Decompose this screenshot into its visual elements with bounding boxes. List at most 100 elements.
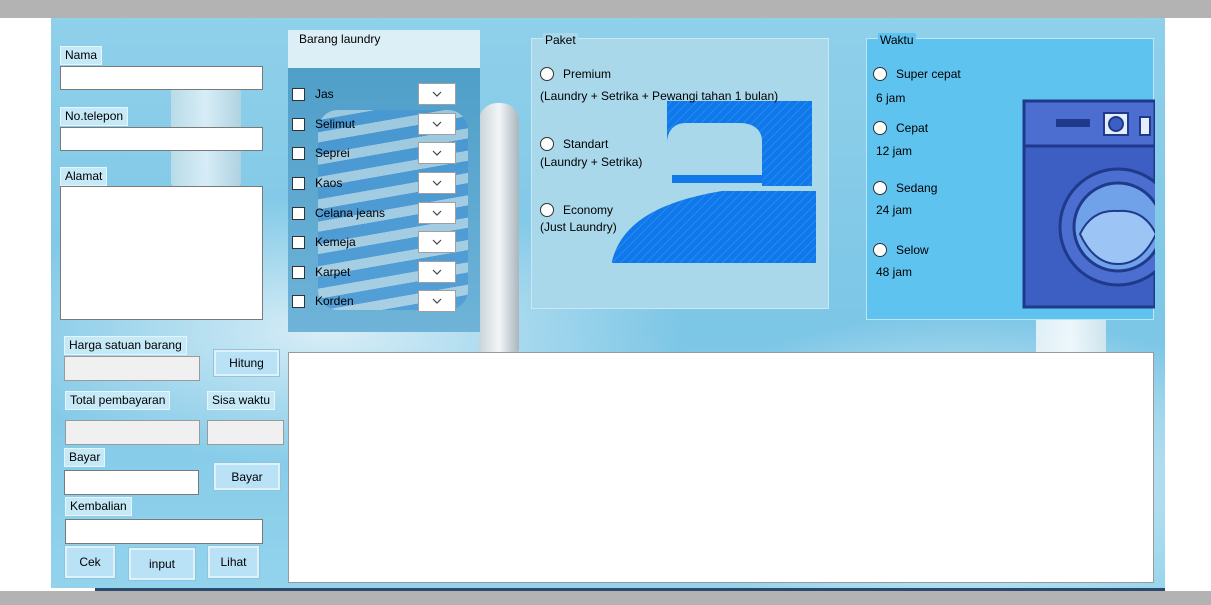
telepon-label: No.telepon [60,107,129,126]
quantity-combobox[interactable] [418,231,456,253]
radio-button[interactable] [540,203,554,217]
barang-item[interactable]: Kemeja [292,233,356,251]
chevron-down-icon [432,269,442,275]
waktu-radio-sedang[interactable]: Sedang [873,181,937,195]
checkbox-label: Kaos [315,176,343,190]
radio-button[interactable] [873,243,887,257]
waktu-radio-cepat[interactable]: Cepat [873,121,928,135]
checkbox-jas[interactable] [292,87,305,101]
kembalian-label: Kembalian [65,497,132,516]
lihat-button[interactable]: Lihat [207,545,260,579]
paket-title: Paket [543,33,578,47]
paket-radio-standart[interactable]: Standart [540,137,608,151]
checkbox-selimut[interactable] [292,117,305,131]
chevron-down-icon [432,210,442,216]
barang-item[interactable]: Jas [292,85,334,103]
barang-laundry-group: Barang laundry Jas Selimut Seprei Kaos Celan… [288,30,480,332]
harga-satuan-field[interactable] [64,356,200,381]
checkbox-kaos[interactable] [292,176,305,190]
telepon-input[interactable] [60,127,263,151]
total-pembayaran-field[interactable] [65,420,200,445]
waktu-duration: 12 jam [876,144,913,158]
barang-item[interactable]: Selimut [292,115,355,133]
checkbox-label: Celana jeans [315,206,386,220]
laundry-form: Nama No.telepon Alamat Harga satuan bara… [51,18,1165,588]
radio-label: Premium [563,67,612,81]
quantity-combobox[interactable] [418,142,456,164]
bayar-input[interactable] [64,470,199,495]
radio-label: Selow [896,243,929,257]
radio-button[interactable] [873,67,887,81]
bayar-button[interactable]: Bayar [213,462,281,491]
checkbox-korden[interactable] [292,294,305,308]
waktu-duration: 6 jam [876,91,906,105]
paket-radio-economy[interactable]: Economy [540,203,613,217]
output-panel[interactable] [288,352,1154,583]
cek-button[interactable]: Cek [64,545,116,579]
kembalian-field[interactable] [65,519,263,544]
harga-satuan-label: Harga satuan barang [64,336,187,355]
waktu-duration: 24 jam [876,203,913,217]
waktu-radio-super-cepat[interactable]: Super cepat [873,67,961,81]
alamat-textarea[interactable] [60,186,263,320]
checkbox-seprei[interactable] [292,146,305,160]
nama-label: Nama [60,46,103,65]
window-top-bar [0,0,1211,18]
barang-laundry-title: Barang laundry [299,32,381,46]
checkbox-label: Kemeja [315,235,356,249]
alamat-label: Alamat [60,167,108,186]
quantity-combobox[interactable] [418,202,456,224]
paket-radio-premium[interactable]: Premium [540,67,611,81]
radio-label: Cepat [896,121,929,135]
window-bottom-bar [0,591,1211,605]
barang-item[interactable]: Korden [292,292,354,310]
checkbox-label: Korden [315,294,354,308]
sisa-waktu-label: Sisa waktu [207,391,276,410]
barang-item[interactable]: Karpet [292,263,350,281]
checkbox-celana-jeans[interactable] [292,206,305,220]
washing-machine-icon [1022,99,1155,309]
chevron-down-icon [432,180,442,186]
checkbox-kemeja[interactable] [292,235,305,249]
checkbox-label: Selimut [315,117,356,131]
paket-description: (Just Laundry) [540,220,617,234]
checkbox-label: Seprei [315,146,350,160]
radio-button[interactable] [540,67,554,81]
hitung-button[interactable]: Hitung [213,349,280,377]
chevron-down-icon [432,239,442,245]
chevron-down-icon [432,91,442,97]
iron-icon [612,101,816,263]
radio-button[interactable] [540,137,554,151]
quantity-combobox[interactable] [418,172,456,194]
radio-label: Super cepat [896,67,961,81]
barang-item[interactable]: Kaos [292,174,342,192]
radio-label: Standart [563,137,609,151]
chevron-down-icon [432,121,442,127]
quantity-combobox[interactable] [418,290,456,312]
radio-label: Sedang [896,181,938,195]
input-button[interactable]: input [128,547,196,581]
quantity-combobox[interactable] [418,261,456,283]
barang-item[interactable]: Seprei [292,144,350,162]
radio-button[interactable] [873,121,887,135]
checkbox-karpet[interactable] [292,265,305,279]
total-pembayaran-label: Total pembayaran [65,391,171,410]
paket-description: (Laundry + Setrika) [540,155,643,169]
waktu-group: Waktu Super cepat 6 jam Cepat 12 jam Sedang 2… [866,33,1155,320]
waktu-duration: 48 jam [876,265,913,279]
paket-group: Paket Premium (Laundry + Setrika + Pewang… [531,33,829,309]
waktu-radio-selow[interactable]: Selow [873,243,929,257]
checkbox-label: Jas [315,87,334,101]
radio-label: Economy [563,203,614,217]
nama-input[interactable] [60,66,263,90]
checkbox-label: Karpet [315,265,351,279]
radio-button[interactable] [873,181,887,195]
bayar-label: Bayar [64,448,106,467]
background-faucet-decoration [479,103,519,353]
sisa-waktu-field[interactable] [207,420,284,445]
quantity-combobox[interactable] [418,113,456,135]
barang-item[interactable]: Celana jeans [292,204,385,222]
paket-description: (Laundry + Setrika + Pewangi tahan 1 bul… [540,89,779,103]
quantity-combobox[interactable] [418,83,456,105]
chevron-down-icon [432,298,442,304]
